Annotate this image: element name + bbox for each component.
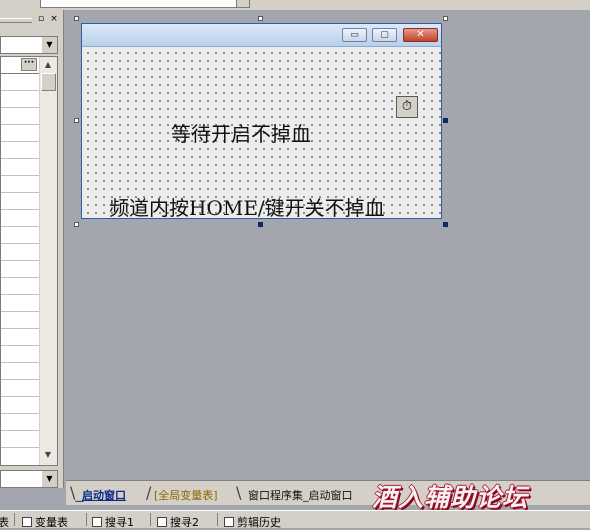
- clipboard-icon: [224, 517, 234, 527]
- property-row[interactable]: [1, 226, 39, 227]
- scroll-up-icon[interactable]: ▲: [40, 57, 56, 73]
- property-row[interactable]: [1, 141, 39, 142]
- status-label[interactable]: 等待开启不掉血: [171, 118, 311, 147]
- resize-handle-se[interactable]: [443, 222, 448, 227]
- close-button[interactable]: ✕: [403, 28, 438, 42]
- property-row[interactable]: [1, 260, 39, 261]
- tab-divider: [86, 513, 87, 526]
- property-row[interactable]: [1, 362, 39, 363]
- search-results-icon: [157, 517, 167, 527]
- resize-handle-e[interactable]: [443, 118, 448, 123]
- property-row[interactable]: [1, 175, 39, 176]
- tab-clip-history[interactable]: 剪辑历史: [224, 514, 281, 530]
- property-row[interactable]: [1, 311, 39, 312]
- variables-icon: [22, 517, 32, 527]
- property-row[interactable]: [1, 345, 39, 346]
- tab-global-variables[interactable]: [全局变量表]: [154, 487, 218, 503]
- tab-variables[interactable]: 变量表: [22, 514, 68, 530]
- tab-support-library[interactable]: 表: [0, 514, 9, 530]
- chevron-down-icon[interactable]: ▼: [41, 37, 57, 53]
- tab-window-program-set[interactable]: 窗口程序集_启动窗口: [248, 487, 353, 503]
- panel-close-button[interactable]: ×: [49, 14, 59, 24]
- property-row[interactable]: [1, 379, 39, 380]
- design-client-area[interactable]: 等待开启不掉血 频道内按HOME/键开关不掉血 ⏱: [82, 47, 441, 218]
- panel-grip: [0, 18, 32, 23]
- property-panel: ▫ × ▼ ··· ▲ ▼ ▼: [0, 10, 64, 488]
- property-row[interactable]: [1, 396, 39, 397]
- maximize-button[interactable]: ▢: [372, 28, 397, 42]
- design-window-titlebar[interactable]: ▭ ▢ ✕: [82, 24, 441, 47]
- property-row[interactable]: [1, 243, 39, 244]
- tab-divider: [150, 513, 151, 526]
- tab-search-1[interactable]: 搜寻1: [92, 514, 134, 530]
- search-results-icon: [92, 517, 102, 527]
- property-grid-header[interactable]: ···: [1, 57, 39, 74]
- hotkey-label[interactable]: 频道内按HOME/键开关不掉血: [109, 192, 385, 218]
- resize-handle-w[interactable]: [74, 118, 79, 123]
- resize-handle-s[interactable]: [258, 222, 263, 227]
- resize-handle-n[interactable]: [258, 16, 263, 21]
- tab-separator: \: [236, 483, 242, 502]
- property-row[interactable]: [1, 413, 39, 414]
- property-row[interactable]: [1, 447, 39, 448]
- tab-variables-label: 变量表: [35, 516, 68, 529]
- top-combo-box[interactable]: [40, 0, 250, 8]
- property-row[interactable]: [1, 192, 39, 193]
- property-row[interactable]: [1, 277, 39, 278]
- property-row[interactable]: [1, 107, 39, 108]
- panel-restore-button[interactable]: ▫: [36, 14, 46, 24]
- timer-icon[interactable]: ⏱: [396, 96, 418, 118]
- property-row[interactable]: [1, 209, 39, 210]
- tab-divider: [14, 513, 15, 526]
- top-toolbar-strip: [0, 0, 590, 10]
- tab-search-2[interactable]: 搜寻2: [157, 514, 199, 530]
- design-window[interactable]: ▭ ▢ ✕ 等待开启不掉血 频道内按HOME/键开关不掉血 ⏱: [81, 23, 442, 219]
- tab-start-window[interactable]: 启动窗口: [82, 487, 126, 503]
- property-row[interactable]: [1, 328, 39, 329]
- top-combo-dropdown-button[interactable]: [236, 0, 249, 7]
- tab-separator: /: [146, 483, 152, 502]
- property-row[interactable]: [1, 158, 39, 159]
- property-row[interactable]: [1, 294, 39, 295]
- resize-handle-sw[interactable]: [74, 222, 79, 227]
- panel-titlebar[interactable]: ▫ ×: [0, 12, 62, 26]
- tab-search-1-label: 搜寻1: [105, 516, 134, 529]
- property-grid-scrollbar[interactable]: ▲ ▼: [39, 57, 57, 465]
- property-row[interactable]: [1, 430, 39, 431]
- watermark-logo: 酒入辅助论坛: [372, 483, 529, 512]
- chevron-down-icon[interactable]: ▼: [41, 471, 57, 487]
- object-select[interactable]: ▼: [0, 36, 58, 54]
- tab-divider: [217, 513, 218, 526]
- tab-clip-history-label: 剪辑历史: [237, 516, 281, 529]
- property-grid[interactable]: ··· ▲ ▼: [0, 56, 58, 466]
- resize-handle-nw[interactable]: [74, 16, 79, 21]
- minimize-button[interactable]: ▭: [342, 28, 367, 42]
- tab-search-2-label: 搜寻2: [170, 516, 199, 529]
- scroll-thumb[interactable]: [41, 73, 56, 91]
- resize-handle-ne[interactable]: [443, 16, 448, 21]
- bottom-panel-tabs: 表 变量表 搜寻1 搜寻2 剪辑历史: [0, 510, 590, 530]
- ellipsis-button[interactable]: ···: [21, 58, 37, 71]
- property-row[interactable]: [1, 90, 39, 91]
- event-select[interactable]: ▼: [0, 470, 58, 488]
- scroll-down-icon[interactable]: ▼: [40, 447, 56, 463]
- property-row[interactable]: [1, 124, 39, 125]
